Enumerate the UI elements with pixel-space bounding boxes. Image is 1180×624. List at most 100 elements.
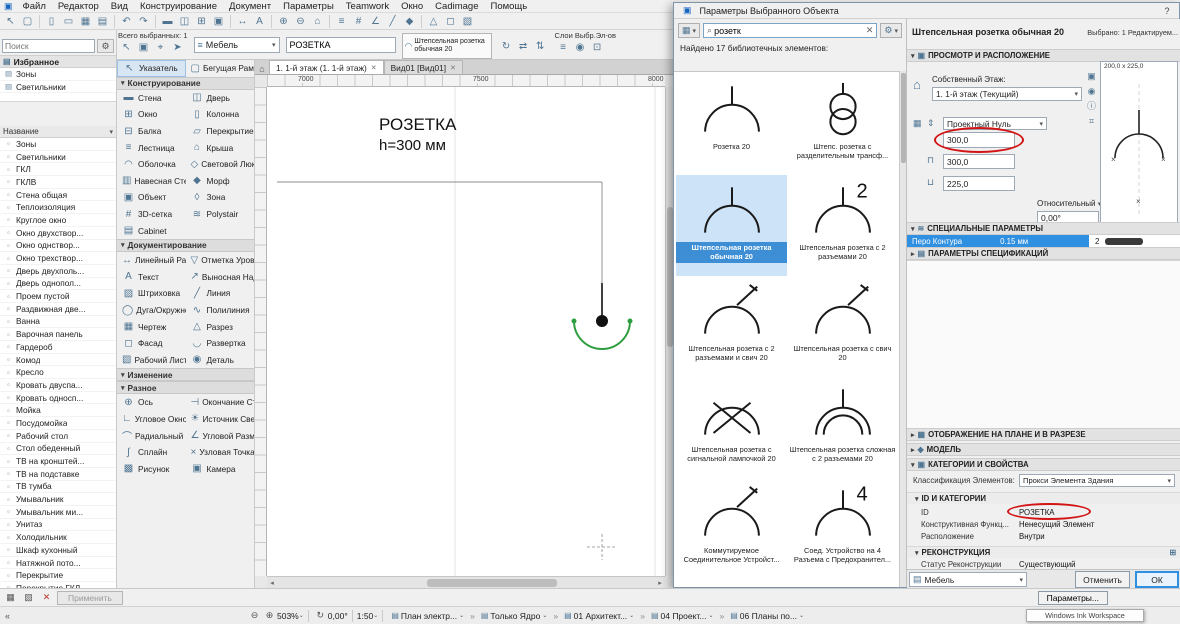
offset-field[interactable]: 300,0 bbox=[943, 154, 1015, 169]
elevation-icon[interactable]: ◻ bbox=[442, 14, 459, 29]
view-tab[interactable]: Вид01 [Вид01]✕ bbox=[384, 60, 463, 74]
tool-item[interactable]: AТекст bbox=[117, 269, 186, 286]
tool-item[interactable]: ∿Полилиния bbox=[186, 302, 255, 319]
delete-icon[interactable]: ✕ bbox=[39, 592, 54, 603]
relative-angle-label[interactable]: Относительный ▾ bbox=[1037, 199, 1101, 208]
library-item[interactable]: Штепс. розетка с разделительным трансф..… bbox=[787, 74, 898, 175]
tool-item[interactable]: ▯Колонна bbox=[186, 106, 255, 123]
section-spec-parameters[interactable]: ▸ ▤ ПАРАМЕТРЫ СПЕЦИФИКАЦИЙ bbox=[907, 247, 1180, 260]
orientation-angle[interactable]: 0,00° bbox=[328, 611, 348, 621]
tool-item[interactable]: ⊣Окончание Ст... bbox=[186, 394, 255, 411]
toolbox-section-header[interactable]: ▾Разное bbox=[117, 381, 254, 394]
layer-list-icon[interactable]: ≡ bbox=[555, 40, 572, 55]
tool-item[interactable]: ▤Cabinet bbox=[117, 222, 186, 239]
list-header-row[interactable]: Название ▾ bbox=[0, 126, 116, 138]
tool-item[interactable]: ◡Развертка bbox=[186, 335, 255, 352]
favorite-folder[interactable]: ▤Зоны bbox=[0, 68, 116, 81]
id-value[interactable]: РОЗЕТКА bbox=[1019, 508, 1055, 517]
list-item[interactable]: ▫ТВ на кронштей... bbox=[0, 455, 116, 468]
scale-value[interactable]: 1:50 bbox=[357, 611, 374, 621]
library-source-button[interactable]: ▦▾ bbox=[678, 23, 700, 38]
text-icon[interactable]: A bbox=[251, 14, 268, 29]
list-item[interactable]: ▫Стена общая bbox=[0, 189, 116, 202]
list-item[interactable]: ▫Ванна bbox=[0, 316, 116, 329]
list-item[interactable]: ▫Зоны bbox=[0, 138, 116, 151]
library-item[interactable]: Розетка 20 bbox=[676, 74, 787, 175]
arrow-tool-icon[interactable]: ↖ bbox=[118, 40, 135, 55]
list-item[interactable]: ▫Проем пустой bbox=[0, 290, 116, 303]
guide-line-icon[interactable]: ╱ bbox=[384, 14, 401, 29]
menu-item[interactable]: Файл bbox=[17, 1, 52, 12]
menu-item[interactable]: Конструирование bbox=[134, 1, 223, 12]
zoom-in-icon[interactable]: ⊕ bbox=[275, 14, 292, 29]
menu-item[interactable]: Помощь bbox=[484, 1, 533, 12]
tool-item[interactable]: ◯Дуга/Окружно... bbox=[117, 302, 186, 319]
scroll-left-icon[interactable]: ◂ bbox=[267, 579, 277, 587]
save-icon[interactable]: ▦ bbox=[77, 14, 94, 29]
structural-function-value[interactable]: Ненесущий Элемент bbox=[1019, 520, 1095, 529]
library-item[interactable]: Штепсельная розетка с 2 разъемами и свич… bbox=[676, 276, 787, 377]
mirror-icon[interactable]: ⇄ bbox=[515, 39, 532, 54]
list-item[interactable]: ▫Посудомойка bbox=[0, 417, 116, 430]
tool-item[interactable]: ◠Оболочка bbox=[117, 156, 186, 173]
second-dimension-field[interactable]: 225,0 bbox=[943, 176, 1015, 191]
tool-item[interactable]: △Разрез bbox=[186, 318, 255, 335]
anchor-combo[interactable]: Проектный Нуль ▾ bbox=[943, 117, 1047, 130]
tool-item[interactable]: ⊟Балка bbox=[117, 123, 186, 140]
new-icon[interactable]: ▯ bbox=[43, 14, 60, 29]
own-storey-combo[interactable]: 1. 1-й этаж (Текущий) ▾ bbox=[932, 87, 1082, 101]
apply-button[interactable]: Применить bbox=[57, 591, 123, 605]
toolbox-section-header[interactable]: ▾Документирование bbox=[117, 239, 254, 252]
tool-item[interactable]: ≋Polystair bbox=[186, 206, 255, 223]
menu-item[interactable]: Teamwork bbox=[340, 1, 395, 12]
settings-icon[interactable]: ▣ bbox=[135, 40, 152, 55]
collapse-icon[interactable]: « bbox=[0, 611, 15, 621]
info-icon[interactable]: ⓘ bbox=[1085, 99, 1098, 114]
selected-object-box[interactable]: ◠ Штепсельная розетка обычная 20 bbox=[402, 33, 492, 59]
rotate-icon[interactable]: ↻ bbox=[498, 39, 515, 54]
eye-icon[interactable]: ◉ bbox=[572, 40, 589, 55]
position-value[interactable]: Внутри bbox=[1019, 532, 1045, 541]
zoom-out-icon[interactable]: ⊖ bbox=[292, 14, 309, 29]
renovation-filter-icon[interactable]: ⊞ bbox=[1169, 548, 1176, 557]
library-scrollbar[interactable] bbox=[899, 71, 906, 587]
height-field[interactable]: 300,0 bbox=[943, 132, 1015, 148]
menu-item[interactable]: Параметры bbox=[277, 1, 340, 12]
wall-icon[interactable]: ▬ bbox=[159, 14, 176, 29]
list-item[interactable]: ▫Холодильник bbox=[0, 531, 116, 544]
list-item[interactable]: ▫Рабочий стол bbox=[0, 430, 116, 443]
tool-item[interactable]: ⌂Крыша bbox=[186, 139, 255, 156]
library-item[interactable]: Штепсельная розетка обычная 20 bbox=[676, 175, 787, 276]
library-item[interactable]: Штепсельная розетка с сигнальной лампочк… bbox=[676, 377, 787, 478]
tool-item[interactable]: ↔Линейный Раз... bbox=[117, 252, 186, 269]
fit-view-icon[interactable]: ⌂ bbox=[309, 14, 326, 29]
renovation-subheader[interactable]: ▾ РЕКОНСТРУКЦИЯ ⊞ bbox=[907, 546, 1180, 558]
tool-item[interactable]: ╱Линия bbox=[186, 285, 255, 302]
list-item[interactable]: ▫Дверь двухполь... bbox=[0, 265, 116, 278]
tool-item[interactable]: ∫Сплайн bbox=[117, 444, 186, 461]
help-button[interactable]: ? bbox=[1160, 6, 1174, 16]
renovation-status-value[interactable]: Существующий bbox=[1019, 560, 1076, 569]
zoom-in-icon[interactable]: ⊕ bbox=[262, 610, 277, 621]
favorite-folder[interactable]: ▤Светильники bbox=[0, 81, 116, 94]
close-tab-icon[interactable]: ✕ bbox=[450, 64, 456, 72]
tool-item[interactable]: ▣Камера bbox=[186, 460, 255, 477]
list-item[interactable]: ▫ГКЛВ bbox=[0, 176, 116, 189]
tool-item[interactable]: ▨Штриховка bbox=[117, 285, 186, 302]
list-item[interactable]: ▫Теплоизоляция bbox=[0, 201, 116, 214]
schedule-icon[interactable]: ▦ bbox=[3, 592, 18, 603]
section-model[interactable]: ▸ ◆ МОДЕЛЬ bbox=[907, 443, 1180, 456]
list-item[interactable]: ▫Кровать односп... bbox=[0, 392, 116, 405]
pen-parameter-row[interactable]: Перо Контура 0.15 мм 2 bbox=[907, 235, 1180, 247]
list-item[interactable]: ▫Умывальник ми... bbox=[0, 506, 116, 519]
pick-up-icon[interactable]: ⌖ bbox=[152, 40, 169, 55]
dimension-icon[interactable]: ↔ bbox=[234, 14, 251, 29]
grid-icon[interactable]: # bbox=[350, 14, 367, 29]
tool-item[interactable]: ≡Лестница bbox=[117, 139, 186, 156]
tool-marquee-icon[interactable]: ▢Бегущая Рамка bbox=[186, 60, 255, 77]
drawing-area[interactable]: РОЗЕТКА h=300 мм bbox=[267, 87, 665, 576]
parameters-button[interactable]: Параметры... bbox=[1038, 591, 1108, 605]
close-tab-icon[interactable]: ✕ bbox=[371, 64, 377, 72]
library-item[interactable]: 4Соед. Устройство на 4 Разъема с Предохр… bbox=[787, 478, 898, 579]
library-item[interactable]: Коммутируемое Соединительное Устройст... bbox=[676, 478, 787, 579]
